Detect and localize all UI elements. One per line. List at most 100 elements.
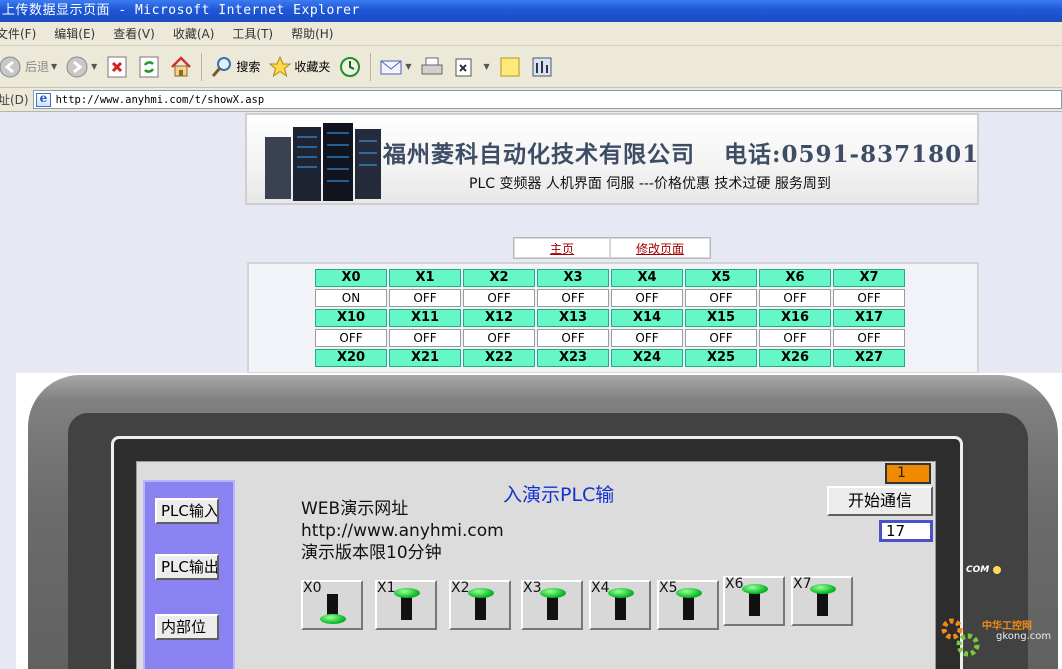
io-header-cell: X11	[389, 309, 461, 327]
chevron-down-icon[interactable]: ▼	[405, 62, 411, 71]
print-button[interactable]	[416, 50, 448, 84]
gear-logo-icon	[941, 618, 980, 657]
io-value-cell: OFF	[685, 329, 757, 347]
menu-bar: 文件(F) 编辑(E) 查看(V) 收藏(A) 工具(T) 帮助(H)	[0, 22, 1062, 46]
io-value-cell: OFF	[463, 289, 535, 307]
stop-button[interactable]	[101, 50, 133, 84]
io-header-cell: X17	[833, 309, 905, 327]
toolbar-divider	[201, 52, 203, 81]
hmi-screen: PLC输入 PLC输出 内部位 入演示PLC输 WEB演示网址 http://w…	[136, 461, 936, 669]
io-header-cell: X25	[685, 349, 757, 367]
io-value-cell: OFF	[759, 329, 831, 347]
menu-edit[interactable]: 编辑(E)	[54, 25, 95, 42]
menu-favorites[interactable]: 收藏(A)	[173, 25, 215, 42]
hmi-switch[interactable]: X3	[521, 580, 583, 630]
switch-led-icon	[394, 588, 420, 598]
hmi-number-field[interactable]: 17	[879, 520, 933, 542]
io-header-cell: X21	[389, 349, 461, 367]
toolbar: 后退 ▼ ▼ 搜索 收藏夹 ▼ ▼	[0, 46, 1062, 88]
io-header-cell: X10	[315, 309, 387, 327]
hmi-switch-label: X3	[523, 580, 542, 596]
io-value-cell: OFF	[389, 329, 461, 347]
com-label: COM	[966, 565, 990, 575]
favorites-button[interactable]: 收藏夹	[264, 50, 334, 84]
back-button[interactable]: 后退 ▼	[0, 50, 61, 84]
hmi-info-line: WEB演示网址	[301, 499, 409, 519]
star-icon	[268, 55, 292, 79]
edit-button[interactable]: ▼	[448, 50, 494, 84]
hmi-switch-label: X1	[377, 580, 396, 596]
chevron-down-icon[interactable]: ▼	[484, 62, 490, 71]
io-status-table: X0 X1 X2 X3 X4 X5 X6 X7 ON OFF OFF OFF OFF OFF OFF OFF X…	[315, 269, 913, 367]
company-slogan: PLC 变频器 人机界面 伺服 ---价格优惠 技术过硬 服务周到	[469, 176, 831, 192]
edit-page-link[interactable]: 修改页面	[610, 238, 710, 258]
favorites-label: 收藏夹	[294, 60, 331, 74]
hmi-switch[interactable]: X4	[589, 580, 651, 630]
io-header-cell: X22	[463, 349, 535, 367]
server-rack-image	[265, 123, 381, 201]
internal-bit-button[interactable]: 内部位	[155, 614, 219, 640]
home-link[interactable]: 主页	[514, 238, 610, 258]
messenger-icon	[530, 55, 554, 79]
company-title: 福州菱科自动化技术有限公司	[383, 141, 695, 168]
menu-view[interactable]: 查看(V)	[113, 25, 155, 42]
io-header-cell: X15	[685, 309, 757, 327]
hmi-counter: 1	[885, 463, 931, 484]
messenger-button[interactable]	[526, 50, 558, 84]
stop-icon	[105, 55, 129, 79]
io-header-cell: X14	[611, 309, 683, 327]
plc-output-button[interactable]: PLC输出	[155, 554, 219, 580]
discuss-button[interactable]	[494, 50, 526, 84]
chevron-down-icon[interactable]: ▼	[91, 62, 97, 71]
io-value-cell: OFF	[537, 289, 609, 307]
start-communication-button[interactable]: 开始通信	[827, 486, 933, 516]
menu-file[interactable]: 文件(F)	[0, 25, 36, 42]
toolbar-divider	[370, 52, 372, 81]
mail-button[interactable]: ▼	[375, 50, 415, 84]
io-header-cell: X3	[537, 269, 609, 287]
hmi-switch[interactable]: X1	[375, 580, 437, 630]
history-button[interactable]	[334, 50, 366, 84]
search-label: 搜索	[236, 60, 261, 74]
forward-button[interactable]: ▼	[61, 50, 101, 84]
refresh-button[interactable]	[133, 50, 165, 84]
window-title: 上传数据显示页面 - Microsoft Internet Explorer	[0, 0, 1062, 22]
hmi-switch[interactable]: X0	[301, 580, 363, 630]
io-header-cell: X6	[759, 269, 831, 287]
menu-help[interactable]: 帮助(H)	[291, 25, 333, 42]
back-label: 后退	[25, 60, 50, 74]
address-url: http://www.anyhmi.com/t/showX.asp	[55, 93, 265, 106]
hmi-device: PLC输入 PLC输出 内部位 入演示PLC输 WEB演示网址 http://w…	[16, 373, 1062, 669]
chevron-down-icon[interactable]: ▼	[51, 62, 57, 71]
address-input[interactable]: http://www.anyhmi.com/t/showX.asp	[32, 90, 1062, 109]
home-button[interactable]	[165, 50, 197, 84]
hmi-info-text: WEB演示网址 http://www.anyhmi.com 演示版本限10分钟	[301, 498, 504, 564]
home-icon	[169, 55, 193, 79]
ie-page-icon	[35, 91, 51, 107]
io-status-panel: X0 X1 X2 X3 X4 X5 X6 X7 ON OFF OFF OFF OFF OFF OFF OFF X…	[247, 262, 979, 374]
io-header-cell: X20	[315, 349, 387, 367]
io-header-cell: X23	[537, 349, 609, 367]
io-value-cell: OFF	[611, 289, 683, 307]
plc-input-button[interactable]: PLC输入	[155, 498, 219, 524]
io-header-cell: X4	[611, 269, 683, 287]
hmi-switch[interactable]: X6	[723, 576, 785, 626]
watermark-url: gkong.com	[996, 631, 1052, 642]
mail-icon	[379, 55, 403, 79]
hmi-switch-label: X0	[303, 580, 322, 596]
hmi-info-line: 演示版本限10分钟	[301, 543, 442, 563]
hmi-switch[interactable]: X5	[657, 580, 719, 630]
address-label: 址(D)	[0, 93, 29, 107]
switch-led-icon	[540, 588, 566, 598]
com-indicator-light	[993, 566, 1001, 574]
menu-tools[interactable]: 工具(T)	[232, 25, 273, 42]
hmi-switch-label: X2	[451, 580, 470, 596]
forward-arrow-icon	[65, 55, 89, 79]
hmi-switch[interactable]: X2	[449, 580, 511, 630]
io-header-cell: X26	[759, 349, 831, 367]
back-arrow-icon	[0, 55, 22, 79]
search-button[interactable]: 搜索	[206, 50, 264, 84]
io-value-cell: OFF	[685, 289, 757, 307]
hmi-switch[interactable]: X7	[791, 576, 853, 626]
hmi-running-title: 入演示PLC输	[503, 484, 615, 506]
